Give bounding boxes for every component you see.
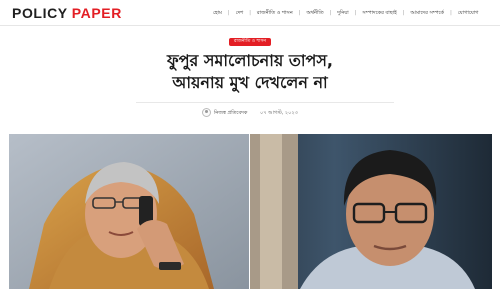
nav-item-economy[interactable]: অর্থনীতি — [306, 9, 323, 17]
nav-separator: | — [298, 10, 301, 16]
author-name[interactable]: নিজস্ব প্রতিবেদক — [214, 109, 247, 117]
logo-text-paper: PAPER — [71, 5, 122, 21]
nav-item-contact[interactable]: যোগাযোগ — [458, 9, 479, 17]
nav-item-about[interactable]: আমাদের সম্পর্কে — [410, 9, 444, 17]
nav-item-country[interactable]: দেশ — [236, 9, 244, 17]
nav-item-world[interactable]: দুনিয়া — [337, 9, 348, 17]
title-line-2: আয়নায় মুখ দেখলেন না — [172, 73, 328, 92]
featured-image[interactable] — [9, 134, 492, 289]
nav-item-home[interactable]: হোম — [213, 9, 222, 17]
title-line-1: ফুপুর সমালোচনায় তাপস, — [167, 51, 333, 70]
author-avatar-icon — [202, 108, 211, 117]
publish-date: ০৭ আগস্ট, ২০২৩ — [260, 110, 298, 116]
nav-separator: | — [227, 10, 230, 16]
nav-separator: | — [329, 10, 332, 16]
nav-separator: | — [402, 10, 405, 16]
article-title: ফুপুর সমালোচনায় তাপস, আয়নায় মুখ দেখলে… — [100, 50, 400, 94]
top-header: POLICY PAPER হোম | দেশ | রাজনীতি ও শাসন |… — [0, 0, 500, 26]
nav-item-politics[interactable]: রাজনীতি ও শাসন — [257, 9, 293, 17]
site-logo[interactable]: POLICY PAPER — [12, 5, 122, 21]
logo-text-policy: POLICY — [12, 5, 68, 21]
nav-separator: | — [450, 10, 452, 16]
category-badge[interactable]: রাজনীতি ও শাসন — [229, 38, 271, 46]
photo-person-glasses-icon — [250, 134, 492, 289]
nav-separator: | — [354, 10, 357, 16]
nav-item-editors-pick[interactable]: সম্পাদকের বাছাই — [362, 9, 396, 17]
title-divider — [136, 102, 394, 103]
nav-separator: | — [249, 10, 251, 16]
main-nav: হোম | দেশ | রাজনীতি ও শাসন | অর্থনীতি | … — [213, 9, 478, 17]
photo-person-phone-icon — [9, 134, 249, 289]
